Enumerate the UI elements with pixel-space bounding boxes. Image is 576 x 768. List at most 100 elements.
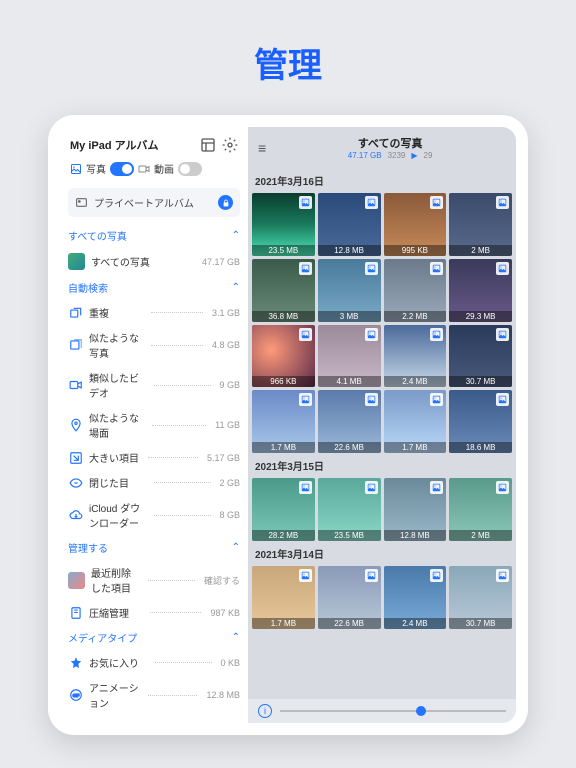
item-icon	[68, 508, 83, 523]
photo-toggle[interactable]	[110, 162, 134, 176]
sidebar-item-auto-4[interactable]: 大きい項目5.17 GB	[68, 445, 240, 470]
date-header: 2021年3月14日	[252, 541, 516, 566]
photo-badge-icon	[365, 481, 378, 494]
photo-cell[interactable]: 1.7 MB	[384, 390, 447, 453]
chevron-up-icon: ⌃	[232, 632, 240, 643]
private-album-button[interactable]: プライベートアルバム	[68, 188, 240, 217]
photo-cell[interactable]: 1.7 MB	[252, 390, 315, 453]
photo-cell[interactable]: 30.7 MB	[449, 566, 512, 629]
zoom-slider[interactable]	[280, 710, 506, 712]
photo-badge-icon	[299, 481, 312, 494]
photo-badge-icon	[299, 196, 312, 209]
photo-badge-icon	[496, 481, 509, 494]
sidebar-item-auto-2[interactable]: 類似したビデオ9 GB	[68, 365, 240, 405]
lock-icon	[218, 195, 233, 210]
item-icon	[68, 475, 83, 490]
sidebar-item-auto-0[interactable]: 重複3.1 GB	[68, 300, 240, 325]
photo-cell[interactable]: 2.4 MB	[384, 566, 447, 629]
sidebar-item-auto-3[interactable]: 似たような場面11 GB	[68, 405, 240, 445]
photo-size: 2.2 MB	[384, 311, 447, 322]
photo-cell[interactable]: 36.8 MB	[252, 259, 315, 322]
photo-badge-icon	[365, 328, 378, 341]
item-icon	[68, 305, 83, 320]
photo-size: 995 KB	[384, 245, 447, 256]
photo-cell[interactable]: 18.6 MB	[449, 390, 512, 453]
photo-size: 2 MB	[449, 245, 512, 256]
sidebar-title: My iPad アルバム	[70, 137, 159, 153]
sidebar-item-auto-6[interactable]: iCloud ダウンローダー8 GB	[68, 495, 240, 535]
hamburger-icon[interactable]: ≡	[258, 140, 266, 156]
private-album-label: プライベートアルバム	[94, 195, 194, 210]
photo-icon	[70, 163, 82, 175]
item-icon	[68, 655, 83, 670]
section-all-photos[interactable]: すべての写真⌃	[68, 223, 240, 248]
photo-badge-icon	[299, 569, 312, 582]
photo-cell[interactable]: 2 MB	[449, 478, 512, 541]
photo-badge-icon	[496, 569, 509, 582]
info-icon[interactable]: i	[258, 704, 272, 718]
sidebar: My iPad アルバム 写真 動画 プライベートアルバム すべての写真⌃すべて…	[60, 127, 248, 723]
section-manage[interactable]: 管理する⌃	[68, 535, 240, 560]
photo-cell[interactable]: 12.8 MB	[318, 193, 381, 256]
photo-badge-icon	[496, 262, 509, 275]
photo-badge-icon	[299, 393, 312, 406]
photo-cell[interactable]: 22.6 MB	[318, 390, 381, 453]
item-icon: GIF	[68, 688, 83, 703]
main-subtitle: 47.17 GB 3239 ▶ 29	[274, 151, 506, 160]
photo-badge-icon	[365, 393, 378, 406]
screen: My iPad アルバム 写真 動画 プライベートアルバム すべての写真⌃すべて…	[60, 127, 516, 723]
photo-badge-icon	[365, 569, 378, 582]
svg-text:GIF: GIF	[72, 693, 79, 698]
photo-cell[interactable]: 2.2 MB	[384, 259, 447, 322]
photo-cell[interactable]: 1.7 MB	[252, 566, 315, 629]
photo-badge-icon	[430, 328, 443, 341]
photo-cell[interactable]: 2 MB	[449, 193, 512, 256]
video-toggle-label: 動画	[154, 161, 174, 176]
photo-cell[interactable]: 2.4 MB	[384, 325, 447, 388]
sidebar-item-media-0[interactable]: お気に入り0 KB	[68, 650, 240, 675]
sidebar-item-manage-0[interactable]: 最近削除した項目確認する	[68, 560, 240, 600]
section-media-type[interactable]: メディアタイプ⌃	[68, 625, 240, 650]
sidebar-item-media-2[interactable]: ビデオ35.8 MB	[68, 715, 240, 723]
photo-cell[interactable]: 22.6 MB	[318, 566, 381, 629]
photo-cell[interactable]: 3 MB	[318, 259, 381, 322]
photo-badge-icon	[430, 262, 443, 275]
photo-cell[interactable]: 12.8 MB	[384, 478, 447, 541]
sidebar-item-media-1[interactable]: GIFアニメーション12.8 MB	[68, 675, 240, 715]
sidebar-item-auto-1[interactable]: 似たような写真4.8 GB	[68, 325, 240, 365]
photo-badge-icon	[496, 393, 509, 406]
photo-toggle-label: 写真	[86, 161, 106, 176]
photo-cell[interactable]: 30.7 MB	[449, 325, 512, 388]
item-icon	[68, 378, 83, 393]
photo-cell[interactable]: 966 KB	[252, 325, 315, 388]
photo-size: 29.3 MB	[449, 311, 512, 322]
device-frame: My iPad アルバム 写真 動画 プライベートアルバム すべての写真⌃すべて…	[48, 115, 528, 735]
sidebar-item-manage-1[interactable]: 圧縮管理987 KB	[68, 600, 240, 625]
photo-cell[interactable]: 23.5 MB	[318, 478, 381, 541]
date-header: 2021年3月16日	[252, 168, 516, 193]
layout-icon[interactable]	[200, 137, 216, 153]
photo-size: 3 MB	[318, 311, 381, 322]
photo-badge-icon	[430, 569, 443, 582]
sidebar-item-all-photos[interactable]: すべての写真47.17 GB	[68, 248, 240, 275]
photo-cell[interactable]: 28.2 MB	[252, 478, 315, 541]
gear-icon[interactable]	[222, 137, 238, 153]
photo-cell[interactable]: 23.5 MB	[252, 193, 315, 256]
main-title: すべての写真	[274, 135, 506, 151]
chevron-up-icon: ⌃	[232, 230, 240, 241]
photo-badge-icon	[430, 393, 443, 406]
photo-badge-icon	[496, 328, 509, 341]
photo-badge-icon	[430, 481, 443, 494]
chevron-up-icon: ⌃	[232, 282, 240, 293]
section-auto-search[interactable]: 自動検索⌃	[68, 275, 240, 300]
photo-size: 966 KB	[252, 376, 315, 387]
main-panel: ≡ すべての写真 47.17 GB 3239 ▶ 29 2021年3月16日23…	[248, 127, 516, 723]
photo-cell[interactable]: 995 KB	[384, 193, 447, 256]
photo-badge-icon	[430, 196, 443, 209]
zoom-slider-bar: i	[248, 699, 516, 723]
video-toggle[interactable]	[178, 162, 202, 176]
photo-cell[interactable]: 29.3 MB	[449, 259, 512, 322]
photo-cell[interactable]: 4.1 MB	[318, 325, 381, 388]
photo-badge-icon	[365, 262, 378, 275]
sidebar-item-auto-5[interactable]: 閉じた目2 GB	[68, 470, 240, 495]
